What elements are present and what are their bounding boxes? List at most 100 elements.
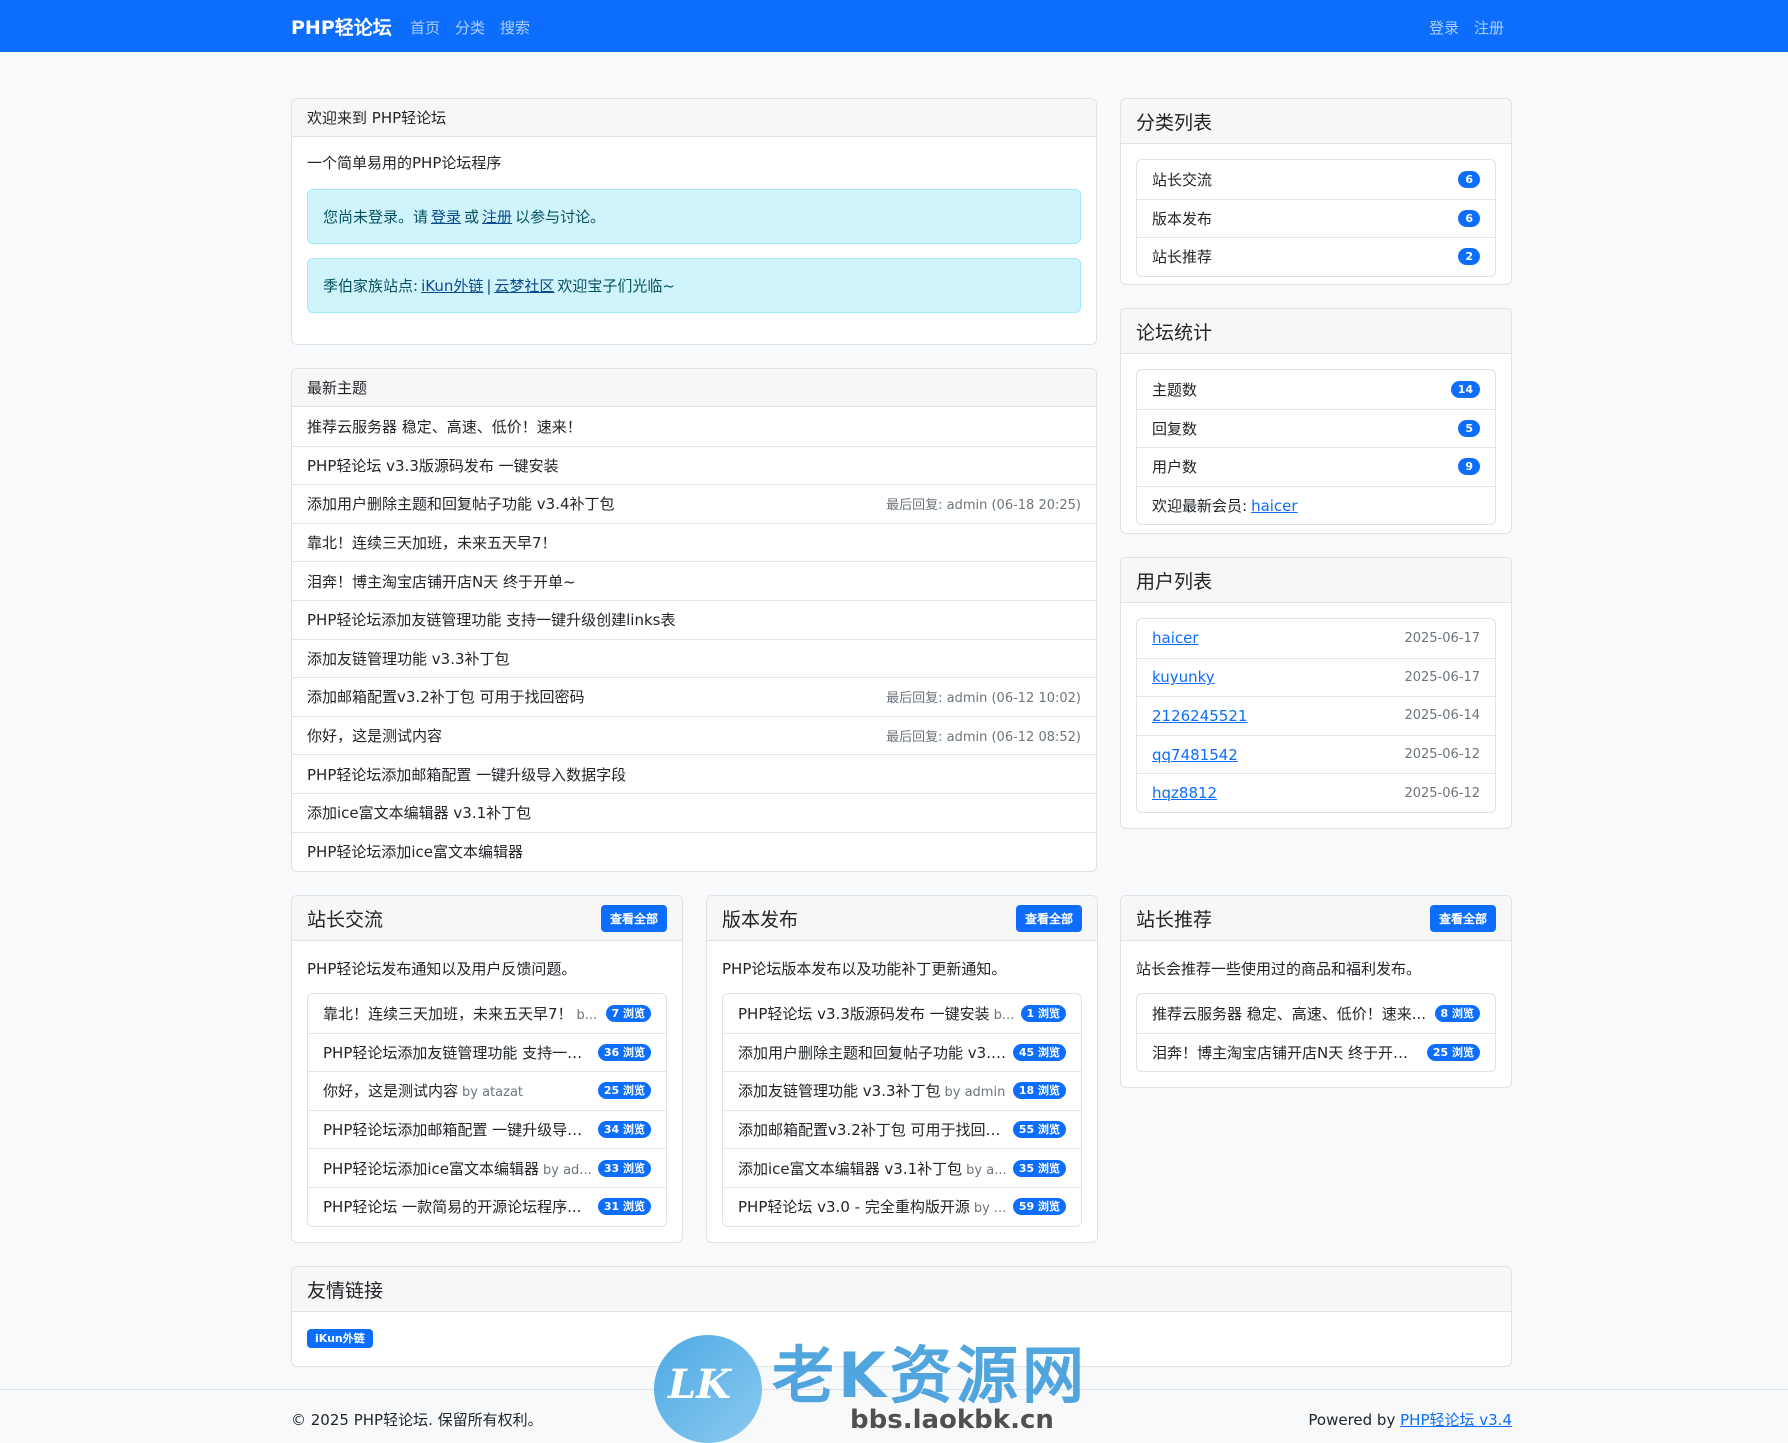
latest-topic-row[interactable]: PHP轻论坛 v3.3版源码发布 一键安装 [292, 445, 1096, 485]
latest-topic-row[interactable]: 添加邮箱配置v3.2补丁包 可用于找回密码 最后回复: admin (06-12 … [292, 677, 1096, 716]
section-topic-title[interactable]: PHP轻论坛 一款简易的开源论坛程序... [323, 1196, 592, 1217]
category-name[interactable]: 站长交流 [1152, 169, 1212, 190]
section-topic-row[interactable]: 泪奔！博主淘宝店铺开店N天 终于开单... 25 浏览 [1137, 1032, 1495, 1072]
user-link[interactable]: 2126245521 [1152, 707, 1247, 725]
section-topic-title[interactable]: 靠北！连续三天加班，未来五天早7！ b... [323, 1003, 600, 1024]
section-topic-title[interactable]: 你好，这是测试内容 by atazat [323, 1080, 592, 1101]
section-topic-text[interactable]: PHP轻论坛 v3.3版源码发布 一键安装 [738, 1005, 990, 1023]
friend-link-ikun[interactable]: iKun外链 [307, 1329, 373, 1348]
latest-topic-title[interactable]: 泪奔！博主淘宝店铺开店N天 终于开单~ [307, 571, 576, 592]
section-topic-text[interactable]: 添加友链管理功能 v3.3补丁包 [738, 1082, 941, 1100]
user-link[interactable]: hqz8812 [1152, 784, 1217, 802]
view-all-button[interactable]: 查看全部 [600, 904, 667, 932]
section-topic-text[interactable]: 添加用户删除主题和回复帖子功能 v3.4... [738, 1044, 1007, 1062]
section-topic-row[interactable]: PHP轻论坛 一款简易的开源论坛程序... 31 浏览 [308, 1186, 666, 1226]
category-item[interactable]: 版本发布 6 [1137, 198, 1495, 238]
latest-topic-last-reply: 最后回复: admin (06-12 10:02) [886, 691, 1081, 707]
view-all-button[interactable]: 查看全部 [1015, 904, 1082, 932]
section-topic-row[interactable]: 添加友链管理功能 v3.3补丁包 by admin 18 浏览 [723, 1071, 1081, 1110]
section-topic-row[interactable]: PHP轻论坛添加友链管理功能 支持一键... 36 浏览 [308, 1032, 666, 1072]
section-topic-title[interactable]: 推荐云服务器 稳定、高速、低价！速来... [1152, 1003, 1429, 1024]
section-topic-row[interactable]: 推荐云服务器 稳定、高速、低价！速来... 8 浏览 [1137, 994, 1495, 1033]
nav-search[interactable]: 搜索 [500, 17, 530, 38]
section-topic-row[interactable]: 添加邮箱配置v3.2补丁包 可用于找回密... 55 浏览 [723, 1109, 1081, 1149]
section-card: 站长推荐 查看全部 站长会推荐一些使用过的商品和福利发布。 推荐云服务器 稳定、高速、… [1120, 895, 1512, 1088]
latest-topic-row[interactable]: PHP轻论坛添加ice富文本编辑器 [292, 831, 1096, 871]
latest-topic-title[interactable]: PHP轻论坛添加邮箱配置 一键升级导入数据字段 [307, 764, 626, 785]
section-topic-title[interactable]: PHP轻论坛添加邮箱配置 一键升级导入... [323, 1119, 592, 1140]
yunmeng-link[interactable]: 云梦社区 [494, 275, 554, 296]
section-topic-title[interactable]: 添加ice富文本编辑器 v3.1补丁包 by a... [738, 1158, 1007, 1179]
section-topic-text[interactable]: 泪奔！博主淘宝店铺开店N天 终于开单... [1152, 1044, 1421, 1062]
latest-topic-title[interactable]: 靠北！连续三天加班，未来五天早7！ [307, 532, 557, 553]
section-topic-title[interactable]: 添加邮箱配置v3.2补丁包 可用于找回密... [738, 1119, 1007, 1140]
section-topic-text[interactable]: 添加ice富文本编辑器 v3.1补丁包 [738, 1160, 962, 1178]
latest-topic-title[interactable]: PHP轻论坛添加ice富文本编辑器 [307, 841, 523, 862]
latest-topic-title[interactable]: 添加友链管理功能 v3.3补丁包 [307, 648, 510, 669]
latest-topic-title[interactable]: 推荐云服务器 稳定、高速、低价！速来！ [307, 416, 582, 437]
latest-topic-row[interactable]: 靠北！连续三天加班，未来五天早7！ [292, 522, 1096, 562]
section-card: 站长交流 查看全部 PHP轻论坛发布通知以及用户反馈问题。 靠北！连续三天加班，未来五… [291, 895, 683, 1243]
section-topic-row[interactable]: 靠北！连续三天加班，未来五天早7！ b... 7 浏览 [308, 994, 666, 1033]
view-all-button[interactable]: 查看全部 [1429, 904, 1496, 932]
user-link[interactable]: haicer [1152, 629, 1199, 647]
alert-login-link[interactable]: 登录 [431, 206, 461, 227]
latest-topic-title[interactable]: 添加ice富文本编辑器 v3.1补丁包 [307, 802, 531, 823]
latest-topic-row[interactable]: 泪奔！博主淘宝店铺开店N天 终于开单~ [292, 561, 1096, 600]
latest-topic-row[interactable]: 添加用户删除主题和回复帖子功能 v3.4补丁包 最后回复: admin (06-1… [292, 484, 1096, 523]
section-topic-text[interactable]: PHP轻论坛添加ice富文本编辑器 [323, 1160, 539, 1178]
ikun-link[interactable]: iKun外链 [421, 275, 483, 296]
section-topic-text[interactable]: 靠北！连续三天加班，未来五天早7！ [323, 1005, 573, 1023]
section-topic-title[interactable]: PHP轻论坛 v3.3版源码发布 一键安装 b... [738, 1003, 1015, 1024]
section-topic-text[interactable]: PHP轻论坛 一款简易的开源论坛程序... [323, 1198, 581, 1216]
section-topic-text[interactable]: PHP轻论坛添加邮箱配置 一键升级导入... [323, 1121, 592, 1139]
section-topic-title[interactable]: PHP轻论坛 v3.0 - 完全重构版开源 by ... [738, 1196, 1007, 1217]
category-item[interactable]: 站长交流 6 [1137, 160, 1495, 199]
latest-topic-row[interactable]: 添加友链管理功能 v3.3补丁包 [292, 638, 1096, 678]
category-name[interactable]: 版本发布 [1152, 208, 1212, 229]
section-topic-row[interactable]: PHP轻论坛添加ice富文本编辑器 by ad... 33 浏览 [308, 1148, 666, 1187]
user-link[interactable]: kuyunky [1152, 668, 1215, 686]
alert-register-link[interactable]: 注册 [482, 206, 512, 227]
section-topic-title[interactable]: 泪奔！博主淘宝店铺开店N天 终于开单... [1152, 1042, 1421, 1063]
latest-topic-title[interactable]: PHP轻论坛添加友链管理功能 支持一键升级创建links表 [307, 609, 675, 630]
newest-member-link[interactable]: haicer [1251, 497, 1298, 515]
latest-topic-title[interactable]: 你好，这是测试内容 [307, 725, 442, 746]
latest-topic-row[interactable]: 添加ice富文本编辑器 v3.1补丁包 [292, 792, 1096, 832]
latest-topic-title[interactable]: 添加用户删除主题和回复帖子功能 v3.4补丁包 [307, 493, 615, 514]
section-topic-title[interactable]: PHP轻论坛添加ice富文本编辑器 by ad... [323, 1158, 592, 1179]
section-topic-text[interactable]: PHP轻论坛添加友链管理功能 支持一键... [323, 1044, 592, 1062]
section-topic-row[interactable]: 添加ice富文本编辑器 v3.1补丁包 by a... 35 浏览 [723, 1148, 1081, 1187]
nav-login[interactable]: 登录 [1429, 17, 1459, 38]
brand-logo[interactable]: PHP轻论坛 [291, 13, 392, 40]
login-alert: 您尚未登录。请 登录 或 注册 以参与讨论。 [307, 189, 1081, 244]
section-topic-row[interactable]: PHP轻论坛添加邮箱配置 一键升级导入... 34 浏览 [308, 1109, 666, 1149]
user-link[interactable]: qq7481542 [1152, 746, 1238, 764]
section-topic-title[interactable]: PHP轻论坛添加友链管理功能 支持一键... [323, 1042, 592, 1063]
section-topic-text[interactable]: PHP轻论坛 v3.0 - 完全重构版开源 [738, 1198, 970, 1216]
category-item[interactable]: 站长推荐 2 [1137, 237, 1495, 276]
latest-topic-row[interactable]: 推荐云服务器 稳定、高速、低价！速来！ [292, 407, 1096, 446]
section-topic-row[interactable]: 添加用户删除主题和回复帖子功能 v3.4... 45 浏览 [723, 1032, 1081, 1072]
section-topic-title[interactable]: 添加友链管理功能 v3.3补丁包 by admin [738, 1080, 1007, 1101]
section-topic-text[interactable]: 你好，这是测试内容 [323, 1082, 458, 1100]
section-topic-row[interactable]: 你好，这是测试内容 by atazat 25 浏览 [308, 1071, 666, 1110]
latest-topic-title[interactable]: 添加邮箱配置v3.2补丁包 可用于找回密码 [307, 686, 585, 707]
welcome-card: 欢迎来到 PHP轻论坛 一个简单易用的PHP论坛程序 您尚未登录。请 登录 或 … [291, 98, 1097, 345]
latest-topic-row[interactable]: PHP轻论坛添加友链管理功能 支持一键升级创建links表 [292, 599, 1096, 639]
category-name[interactable]: 站长推荐 [1152, 246, 1212, 267]
section-topic-title[interactable]: 添加用户删除主题和回复帖子功能 v3.4... [738, 1042, 1007, 1063]
section-topic-row[interactable]: PHP轻论坛 v3.0 - 完全重构版开源 by ... 59 浏览 [723, 1186, 1081, 1226]
section-topic-text[interactable]: 推荐云服务器 稳定、高速、低价！速来... [1152, 1005, 1426, 1023]
latest-topic-row[interactable]: 你好，这是测试内容 最后回复: admin (06-12 08:52) [292, 715, 1096, 755]
latest-topic-row[interactable]: PHP轻论坛添加邮箱配置 一键升级导入数据字段 [292, 754, 1096, 793]
section-topic-text[interactable]: 添加邮箱配置v3.2补丁包 可用于找回密... [738, 1121, 1007, 1139]
nav-register[interactable]: 注册 [1474, 17, 1504, 38]
latest-topic-title[interactable]: PHP轻论坛 v3.3版源码发布 一键安装 [307, 455, 559, 476]
section-topic-row[interactable]: PHP轻论坛 v3.3版源码发布 一键安装 b... 1 浏览 [723, 994, 1081, 1033]
nav-categories[interactable]: 分类 [455, 17, 485, 38]
powered-by-link[interactable]: PHP轻论坛 v3.4 [1400, 1411, 1512, 1429]
categories-header: 分类列表 [1121, 99, 1511, 144]
views-badge: 35 浏览 [1012, 1159, 1066, 1177]
nav-home[interactable]: 首页 [410, 17, 440, 38]
